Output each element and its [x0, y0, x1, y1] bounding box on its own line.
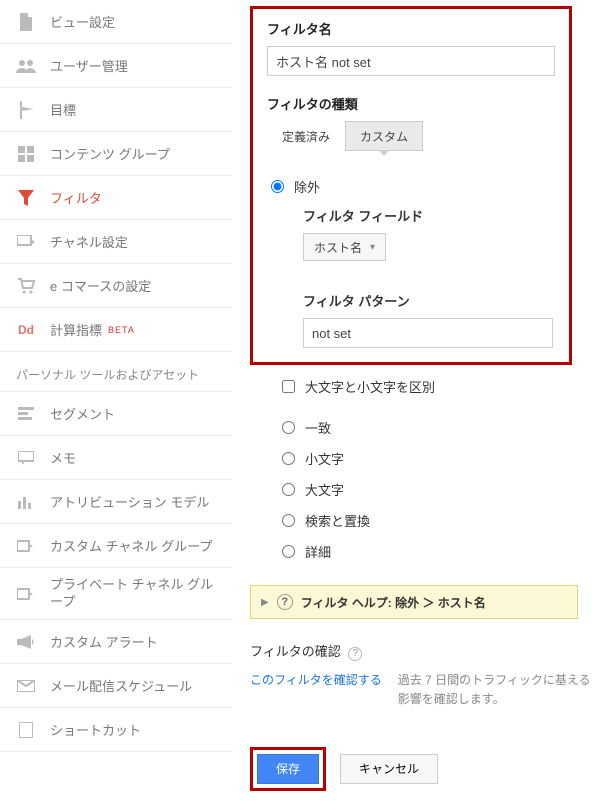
megaphone-icon [16, 632, 36, 652]
sidebar-item-segments[interactable]: セグメント [0, 392, 232, 436]
help-icon[interactable]: ? [348, 647, 362, 661]
sidebar-item-label: チャネル設定 [50, 232, 128, 251]
sidebar-item-custom-channel[interactable]: カスタム チャネル グループ [0, 524, 232, 568]
sidebar-item-label: カスタム チャネル グループ [50, 536, 212, 555]
users-icon [16, 56, 36, 76]
sidebar-item-shortcuts[interactable]: ショートカット [0, 708, 232, 752]
save-button[interactable]: 保存 [257, 754, 319, 784]
sidebar-item-label: メモ [50, 448, 76, 467]
help-text: フィルタ ヘルプ: 除外 ＞ ホスト名 [301, 594, 486, 611]
filter-name-label: フィルタ名 [267, 19, 555, 38]
email-icon [16, 676, 36, 696]
filter-type-tabs: 定義済み カスタム [267, 121, 555, 151]
radio-exclude[interactable]: 除外 [267, 177, 555, 196]
cart-icon [16, 276, 36, 296]
channel-group-icon [16, 536, 36, 556]
filter-type-label: フィルタの種類 [267, 94, 555, 113]
sidebar-item-label: コンテンツ グループ [50, 144, 170, 163]
sidebar-section-heading: パーソナル ツールおよびアセット [0, 352, 232, 392]
sidebar-item-label: メール配信スケジュール [50, 676, 192, 695]
sidebar-item-private-channel[interactable]: プライベート チャネル グループ [0, 568, 232, 620]
sidebar-item-filters[interactable]: フィルタ [0, 176, 232, 220]
confirm-filter-desc: 過去 7 日間のトラフィックに基える影響を確認します。 [398, 671, 592, 709]
sidebar-item-label: ビュー設定 [50, 12, 115, 31]
beta-badge: BETA [108, 325, 135, 335]
radio-exclude-input[interactable] [271, 180, 284, 193]
grid-icon [16, 144, 36, 164]
sidebar-item-label: フィルタ [50, 188, 102, 207]
sidebar: ビュー設定 ユーザー管理 目標 コンテンツ グループ フィルタ チャネル設定 [0, 0, 232, 804]
dd-icon: Dd [16, 320, 36, 340]
sidebar-item-ecommerce[interactable]: e コマースの設定 [0, 264, 232, 308]
radio-exclude-label: 除外 [294, 177, 320, 196]
sidebar-item-calculated-metrics[interactable]: Dd 計算指標 BETA [0, 308, 232, 352]
triangle-right-icon: ▶ [261, 597, 269, 608]
sidebar-item-goals[interactable]: 目標 [0, 88, 232, 132]
sidebar-item-custom-alerts[interactable]: カスタム アラート [0, 620, 232, 664]
case-sensitive-row[interactable]: 大文字と小文字を区別 [250, 377, 592, 396]
bars-icon [16, 492, 36, 512]
filter-name-input[interactable] [267, 46, 555, 76]
filter-confirm-heading: フィルタの確認 ? [250, 641, 592, 661]
confirm-filter-link[interactable]: このフィルタを確認する [250, 671, 382, 688]
sidebar-item-user-management[interactable]: ユーザー管理 [0, 44, 232, 88]
speech-icon [16, 448, 36, 468]
flag-icon [16, 100, 36, 120]
document-icon [16, 12, 36, 32]
radio-search-replace[interactable]: 検索と置換 [278, 511, 592, 530]
filter-mode-radios: 一致 小文字 大文字 検索と置換 詳細 [250, 418, 592, 561]
sidebar-item-email-schedule[interactable]: メール配信スケジュール [0, 664, 232, 708]
shortcut-icon [16, 720, 36, 740]
filter-help-banner[interactable]: ▶ ? フィルタ ヘルプ: 除外 ＞ ホスト名 [250, 585, 578, 619]
save-highlight: 保存 [250, 747, 326, 791]
sidebar-item-label: アトリビューション モデル [50, 492, 209, 511]
help-icon: ? [277, 594, 293, 610]
sidebar-item-annotations[interactable]: メモ [0, 436, 232, 480]
radio-match[interactable]: 一致 [278, 418, 592, 437]
sidebar-item-label: セグメント [50, 404, 115, 423]
channel-icon [16, 232, 36, 252]
cancel-button[interactable]: キャンセル [340, 754, 438, 784]
segment-icon [16, 404, 36, 424]
filter-pattern-label: フィルタ パターン [303, 291, 555, 310]
sidebar-item-label: 計算指標 [50, 320, 102, 339]
filter-field-label: フィルタ フィールド [303, 206, 555, 225]
sidebar-item-attribution[interactable]: アトリビューション モデル [0, 480, 232, 524]
sidebar-item-label: プライベート チャネル グループ [50, 577, 220, 611]
radio-uppercase[interactable]: 大文字 [278, 480, 592, 499]
sidebar-item-channel-settings[interactable]: チャネル設定 [0, 220, 232, 264]
button-row: 保存 キャンセル [250, 747, 592, 791]
private-channel-icon [16, 584, 36, 604]
chevron-down-icon: ▾ [370, 242, 375, 253]
case-sensitive-checkbox[interactable] [282, 380, 295, 393]
sidebar-item-view-settings[interactable]: ビュー設定 [0, 0, 232, 44]
sidebar-item-label: ショートカット [50, 720, 141, 739]
main-content: フィルタ名 フィルタの種類 定義済み カスタム 除外 フィルタ フィールド ホス… [232, 0, 592, 804]
tab-custom[interactable]: カスタム [345, 121, 423, 151]
sidebar-item-label: 目標 [50, 100, 76, 119]
sidebar-item-label: カスタム アラート [50, 632, 158, 651]
sidebar-item-content-groups[interactable]: コンテンツ グループ [0, 132, 232, 176]
sidebar-item-label: e コマースの設定 [50, 276, 151, 295]
sidebar-item-label: ユーザー管理 [50, 56, 128, 75]
radio-lowercase[interactable]: 小文字 [278, 449, 592, 468]
tab-predefined[interactable]: 定義済み [267, 121, 345, 151]
filter-field-select[interactable]: ホスト名 ▾ [303, 233, 386, 261]
filter-pattern-input[interactable] [303, 318, 553, 348]
filter-form-highlight: フィルタ名 フィルタの種類 定義済み カスタム 除外 フィルタ フィールド ホス… [250, 6, 572, 365]
filter-field-value: ホスト名 [314, 239, 362, 256]
case-sensitive-label: 大文字と小文字を区別 [305, 377, 435, 396]
radio-detail[interactable]: 詳細 [278, 542, 592, 561]
funnel-icon [16, 188, 36, 208]
